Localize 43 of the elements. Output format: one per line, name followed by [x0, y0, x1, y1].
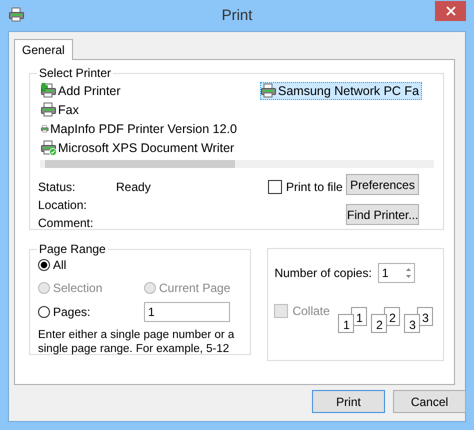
add-printer-icon [41, 83, 57, 99]
radio-label: Selection [53, 280, 102, 294]
printer-list[interactable]: Add Printer Fax MapInfo PDF Printer Version 12.0 Microsoft XPS Document Writer Samsung Network PC Fa [40, 82, 434, 168]
status-value: Ready [116, 180, 151, 195]
printer-check-icon [41, 140, 57, 156]
cancel-button[interactable]: Cancel [393, 390, 466, 413]
printer-item[interactable]: Fax [40, 101, 240, 119]
status-label: Status: [38, 180, 76, 195]
printer-item[interactable]: Add Printer [40, 82, 240, 100]
page-stack-drawing: 3 3 [404, 307, 434, 333]
tab[interactable]: General [14, 39, 73, 60]
radio-label: Pages: [53, 305, 90, 319]
pages-field[interactable]: 1 [144, 302, 230, 322]
printer-icon [9, 7, 25, 23]
group-title: Page Range [38, 242, 107, 256]
window-title: Print [222, 7, 252, 24]
radio-label: Current Page [159, 280, 230, 294]
comment-label: Comment: [38, 216, 94, 231]
page-stack-drawing: 2 2 [371, 307, 400, 333]
radio-label: All [53, 258, 66, 272]
print-button[interactable]: Print [312, 390, 385, 413]
checkbox-label: Print to file [286, 180, 343, 194]
group-title: Select Printer [38, 66, 112, 80]
fax-printer-icon [261, 83, 277, 99]
radio-button[interactable] [38, 258, 50, 270]
copies-label: Number of copies: [274, 266, 372, 280]
hint-text: Enter either a single page number or a single page range. For example, 5-12 [38, 328, 236, 356]
page-stack-drawing: 1 1 [338, 307, 368, 333]
close-button[interactable] [435, 1, 466, 21]
copies-spinner[interactable]: 1 [378, 263, 415, 283]
printer-item[interactable]: Samsung Network PC Fa [260, 82, 422, 100]
checkbox-label: Collate [292, 304, 330, 318]
location-label: Location: [38, 198, 88, 213]
spin-arrows-icon [404, 266, 412, 280]
checkbox[interactable] [268, 180, 282, 194]
horizontal-scrollbar[interactable] [40, 160, 434, 168]
printer-item[interactable]: MapInfo PDF Printer Version 12.0 [40, 120, 240, 138]
radio-button[interactable] [38, 306, 50, 318]
close-icon [446, 6, 456, 16]
fax-printer-icon [41, 102, 57, 118]
preferences-button[interactable]: Preferences [346, 174, 419, 195]
printer-item[interactable]: Microsoft XPS Document Writer [40, 139, 240, 157]
find-printer-button[interactable]: Find Printer... [346, 204, 419, 225]
